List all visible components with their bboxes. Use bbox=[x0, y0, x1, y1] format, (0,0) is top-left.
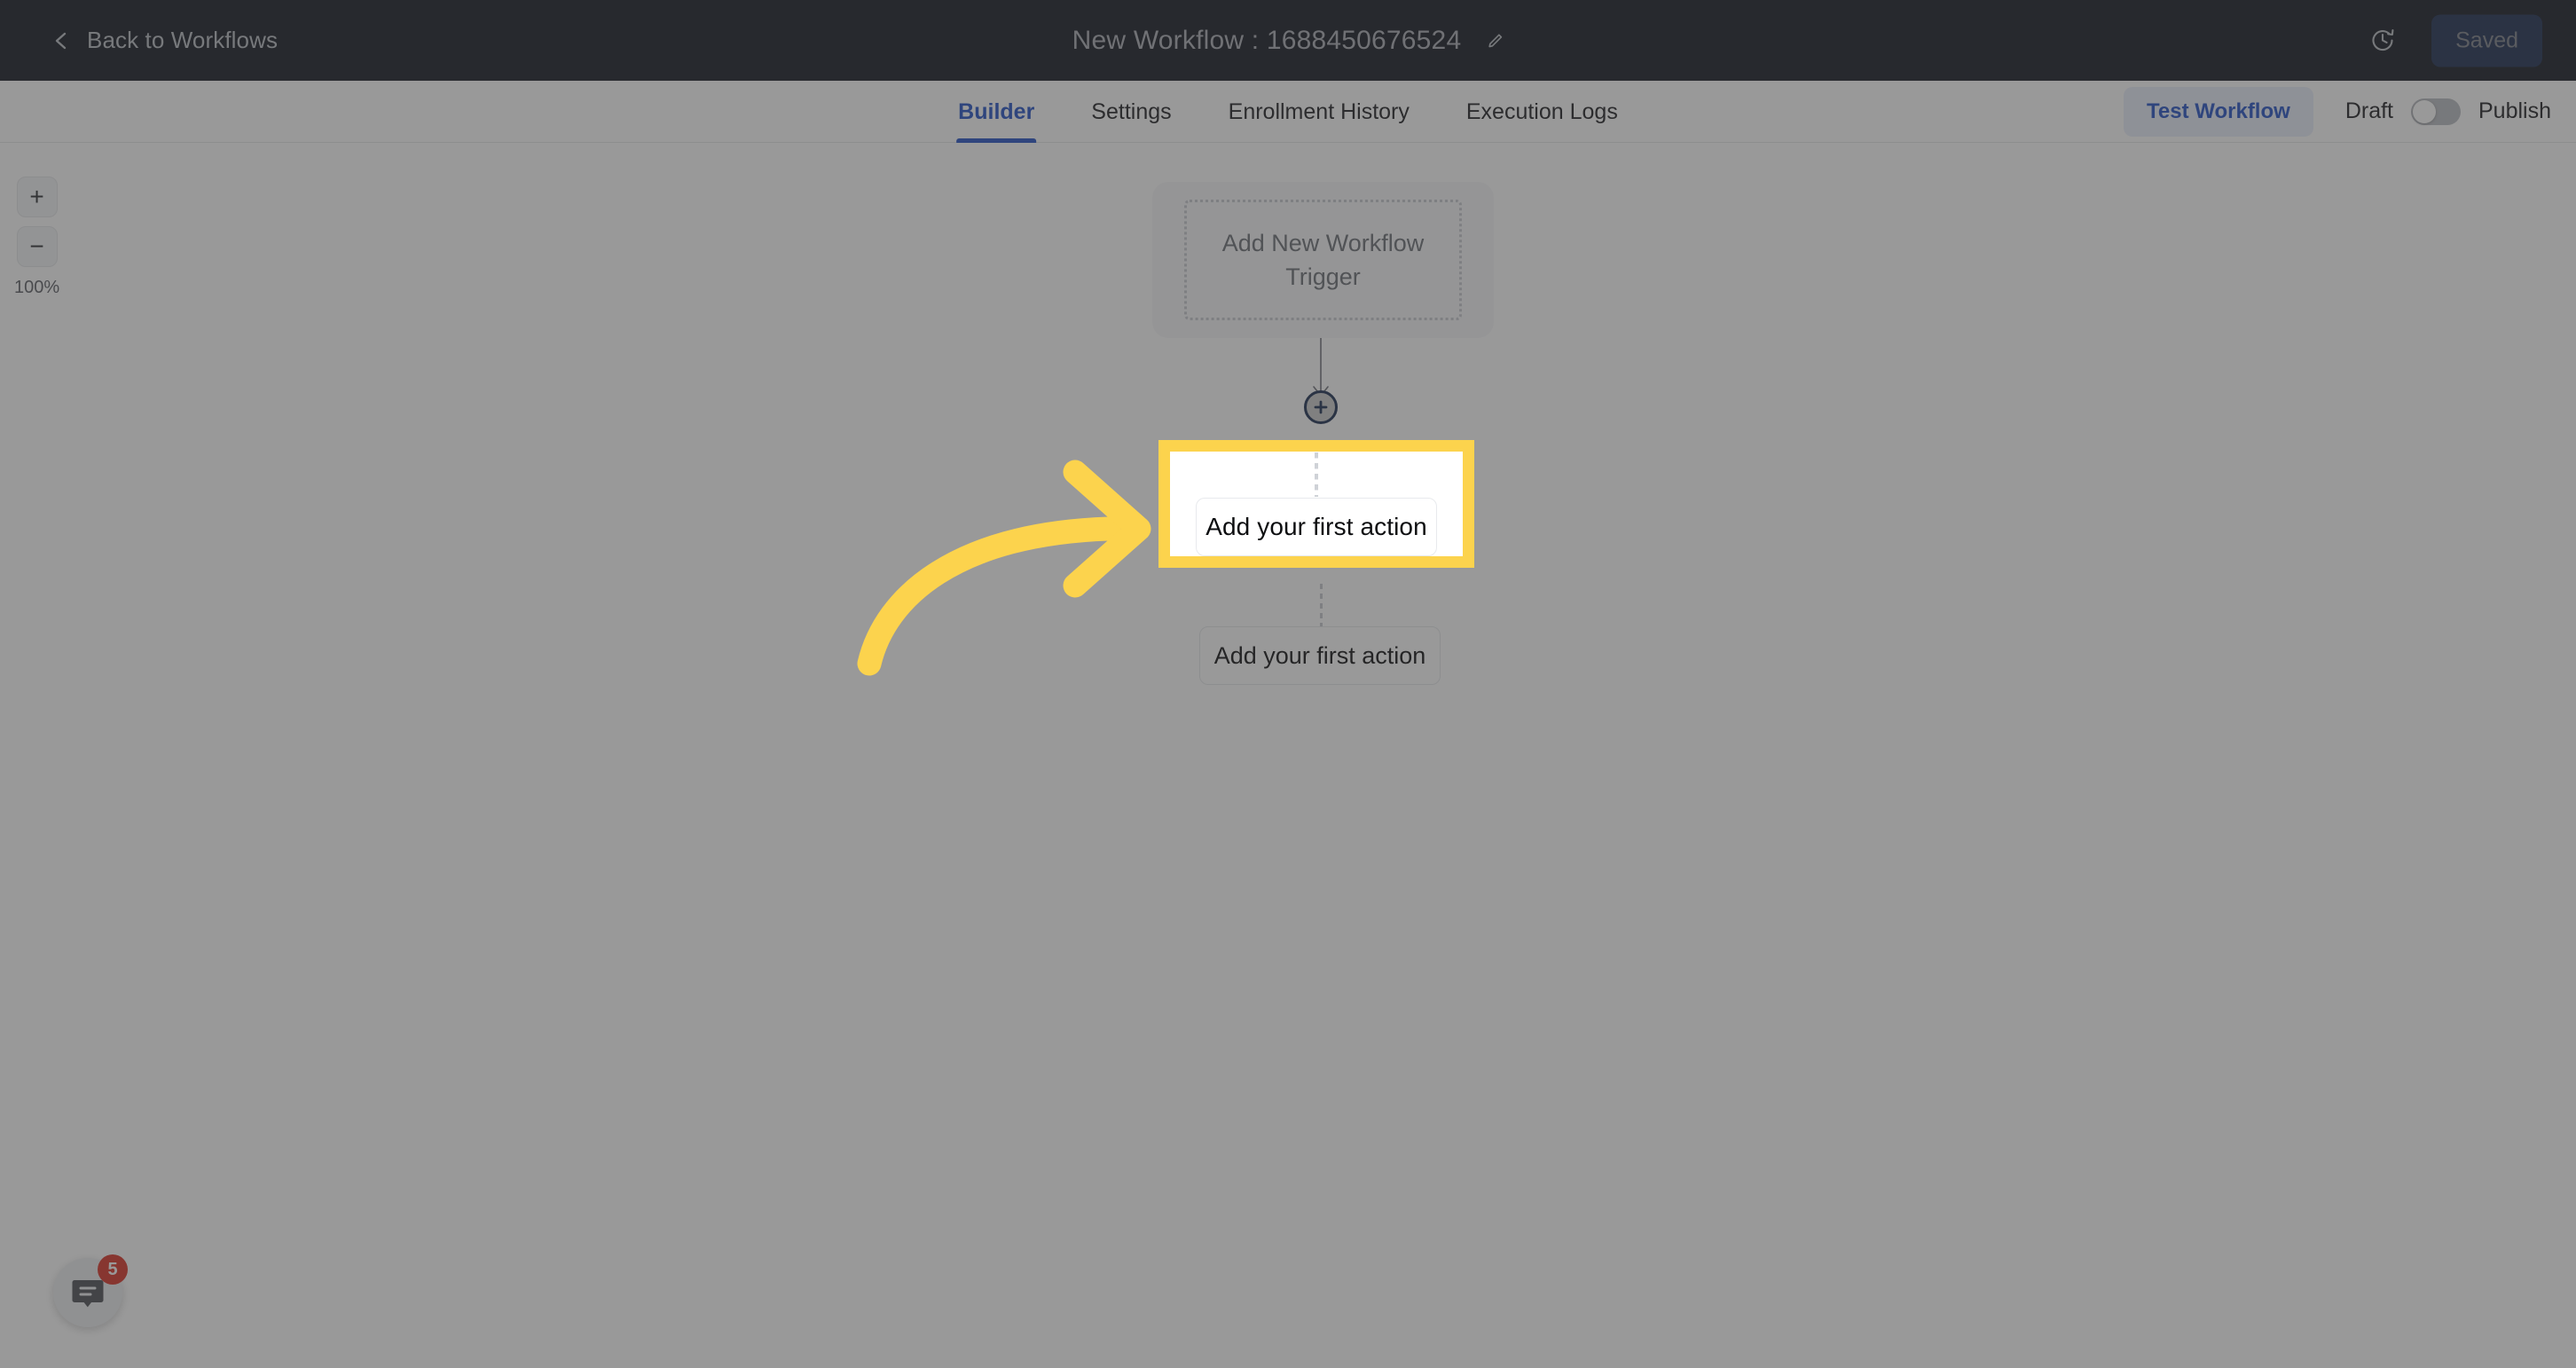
trigger-to-action-connector bbox=[1313, 338, 1329, 398]
spotlight-add-first-action-label: Add your first action bbox=[1206, 513, 1427, 540]
chat-unread-badge: 5 bbox=[98, 1254, 128, 1285]
pencil-icon[interactable] bbox=[1486, 32, 1504, 50]
publish-label: Publish bbox=[2478, 98, 2551, 123]
zoom-in-button[interactable]: + bbox=[16, 177, 58, 217]
back-to-workflows-label: Back to Workflows bbox=[87, 27, 279, 53]
tab-execution-logs-label: Execution Logs bbox=[1465, 98, 1618, 124]
tab-enrollment-history-label: Enrollment History bbox=[1228, 98, 1410, 124]
tab-builder-label: Builder bbox=[958, 98, 1035, 124]
tour-spotlight-content: Add your first action bbox=[1170, 452, 1463, 556]
workflow-trigger-node[interactable]: Add New Workflow Trigger bbox=[1152, 182, 1494, 338]
clock-history-icon[interactable] bbox=[2369, 28, 2396, 54]
save-status-button[interactable]: Saved bbox=[2431, 14, 2542, 67]
add-step-plus-button-highlighted[interactable] bbox=[1304, 390, 1338, 424]
zoom-level-label: 100% bbox=[14, 278, 60, 297]
top-bar: Back to Workflows New Workflow : 1688450… bbox=[0, 0, 2576, 81]
top-bar-actions: Saved bbox=[2369, 14, 2542, 67]
page-title: New Workflow : 1688450676524 bbox=[1072, 25, 1462, 55]
zoom-out-button[interactable]: − bbox=[16, 226, 58, 267]
workflow-canvas[interactable]: + − 100% Add New Workflow Trigger Add yo bbox=[0, 143, 2576, 1368]
chevron-left-icon bbox=[51, 31, 71, 51]
workflow-builder-app: Back to Workflows New Workflow : 1688450… bbox=[0, 0, 2576, 1368]
workflow-title-group: New Workflow : 1688450676524 bbox=[1072, 26, 1504, 56]
chat-support-widget[interactable]: 5 bbox=[53, 1254, 128, 1327]
workflow-trigger-label: Add New Workflow Trigger bbox=[1221, 230, 1425, 290]
tab-list: Builder Settings Enrollment History Exec… bbox=[956, 81, 1620, 143]
workflow-trigger-dropzone[interactable]: Add New Workflow Trigger bbox=[1184, 200, 1462, 320]
action-dashed-connector bbox=[1320, 584, 1323, 626]
test-workflow-button[interactable]: Test Workflow bbox=[2124, 86, 2313, 137]
tab-enrollment-history[interactable]: Enrollment History bbox=[1227, 81, 1411, 143]
spotlight-dashed-connector bbox=[1315, 452, 1318, 497]
draft-label: Draft bbox=[2344, 98, 2393, 123]
tab-builder[interactable]: Builder bbox=[956, 81, 1037, 143]
tab-execution-logs[interactable]: Execution Logs bbox=[1465, 81, 1620, 143]
spotlight-add-first-action-button[interactable]: Add your first action bbox=[1196, 498, 1437, 556]
add-first-action-button[interactable]: Add your first action bbox=[1199, 626, 1441, 685]
tour-spotlight-highlight: Add your first action bbox=[1158, 440, 1474, 568]
add-first-action-label: Add your first action bbox=[1213, 641, 1426, 669]
zoom-controls: + − 100% bbox=[14, 177, 59, 298]
publish-toggle-knob bbox=[2413, 99, 2436, 123]
publish-toggle[interactable] bbox=[2411, 98, 2461, 125]
draft-publish-toggle-group: Draft Publish bbox=[2345, 98, 2551, 125]
tab-settings[interactable]: Settings bbox=[1089, 81, 1173, 143]
tab-settings-label: Settings bbox=[1091, 98, 1172, 124]
back-to-workflows-link[interactable]: Back to Workflows bbox=[51, 27, 278, 54]
tab-bar: Builder Settings Enrollment History Exec… bbox=[0, 81, 2576, 143]
tab-bar-actions: Test Workflow Draft Publish bbox=[2124, 86, 2551, 137]
